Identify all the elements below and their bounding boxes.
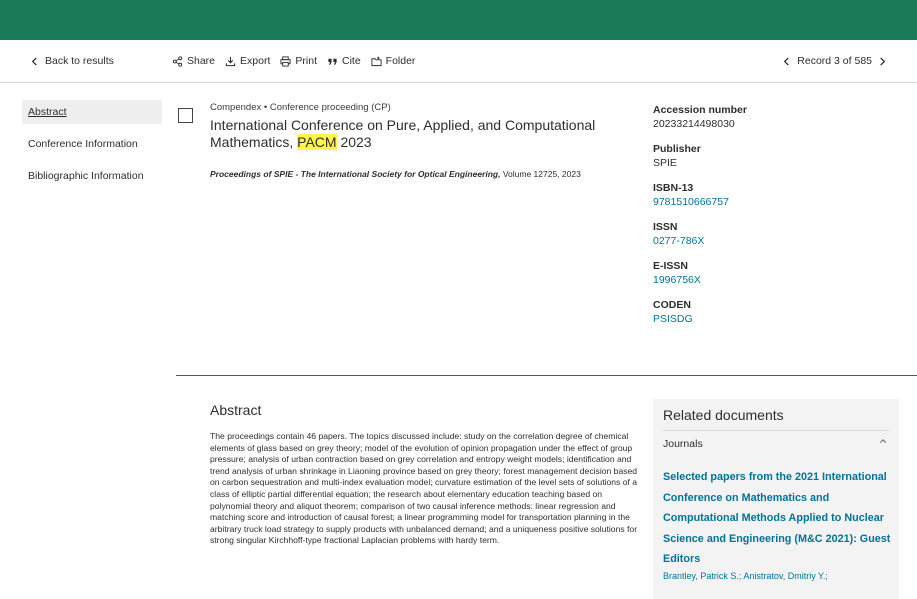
cite-button[interactable]: Cite: [327, 55, 361, 67]
issn-link[interactable]: 0277-786X: [653, 234, 893, 248]
abstract-heading: Abstract: [210, 402, 262, 418]
journals-toggle-label[interactable]: Journals: [663, 438, 703, 450]
quote-icon: [327, 56, 338, 67]
accession-label: Accession number: [653, 104, 747, 116]
share-label: Share: [187, 55, 216, 67]
print-button[interactable]: Print: [280, 55, 317, 67]
record-actions: Share Export Print Cite Folder: [172, 55, 415, 67]
print-label: Print: [295, 55, 317, 67]
folder-button[interactable]: Folder: [371, 55, 416, 67]
related-heading: Related documents: [663, 407, 784, 423]
export-label: Export: [240, 55, 271, 67]
nav-item-abstract[interactable]: Abstract: [22, 100, 162, 124]
top-header-bar: [0, 0, 917, 40]
record-source: Proceedings of SPIE - The International …: [210, 169, 581, 179]
title-highlight: PACM: [297, 134, 337, 150]
record-type-line: Compendex • Conference proceeding (CP): [210, 102, 391, 113]
record-details: Accession number 20233214498030 Publishe…: [653, 103, 893, 337]
printer-icon: [280, 55, 291, 67]
eissn-label: E-ISSN: [653, 260, 689, 272]
record-pager: Record 3 of 585: [782, 55, 887, 67]
export-button[interactable]: Export: [225, 55, 270, 67]
coden-label: CODEN: [653, 299, 691, 311]
coden-link[interactable]: PSISDG: [653, 312, 893, 326]
nav-item-bibliographic-information[interactable]: Bibliographic Information: [22, 164, 162, 188]
chevron-left-icon: [30, 56, 39, 66]
related-documents-panel: Related documents Journals Selected pape…: [653, 399, 899, 599]
previous-record-icon[interactable]: [782, 56, 791, 66]
chevron-up-icon[interactable]: [879, 437, 887, 445]
nav-item-conference-information[interactable]: Conference Information: [22, 132, 162, 156]
share-icon: [172, 55, 183, 67]
record-toolbar: Back to results Share Export Print Cite: [0, 40, 917, 83]
publisher-label: Publisher: [653, 143, 701, 155]
download-icon: [225, 56, 236, 67]
title-text: International Conference on Pure, Applie…: [210, 117, 596, 150]
abstract-body: The proceedings contain 46 papers. The t…: [210, 431, 638, 546]
publisher-value: SPIE: [653, 157, 677, 169]
related-document-link[interactable]: Selected papers from the 2021 Internatio…: [663, 467, 891, 570]
next-record-icon[interactable]: [878, 56, 887, 66]
eissn-link[interactable]: 1996756X: [653, 273, 893, 287]
back-label: Back to results: [45, 55, 114, 67]
accession-value: 20233214498030: [653, 118, 735, 130]
share-button[interactable]: Share: [172, 55, 215, 67]
section-divider: [176, 375, 917, 376]
isbn-link[interactable]: 9781510666757: [653, 195, 893, 209]
section-nav: Abstract Conference Information Bibliogr…: [22, 100, 162, 196]
related-separator: [663, 430, 889, 431]
source-volume: Volume 12725, 2023: [500, 169, 581, 179]
issn-label: ISSN: [653, 221, 678, 233]
back-to-results-link[interactable]: Back to results: [30, 55, 114, 67]
title-year: 2023: [336, 134, 372, 150]
record-position: Record 3 of 585: [797, 55, 872, 67]
add-to-folder-icon: [371, 56, 382, 67]
source-journal[interactable]: Proceedings of SPIE - The International …: [210, 169, 500, 179]
cite-label: Cite: [341, 55, 361, 67]
select-record-checkbox[interactable]: [178, 108, 193, 123]
isbn-label: ISBN-13: [653, 182, 694, 194]
record-title: International Conference on Pure, Applie…: [210, 117, 630, 151]
related-document-authors[interactable]: Brantley, Patrick S.; Anistratov, Dmitri…: [663, 571, 891, 581]
folder-label: Folder: [385, 55, 416, 67]
